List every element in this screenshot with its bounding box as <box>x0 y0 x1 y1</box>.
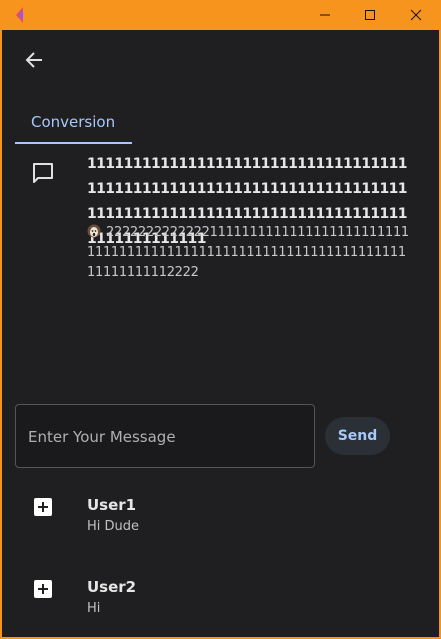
chat-bubble-icon <box>31 161 55 185</box>
add-box-icon[interactable] <box>34 498 52 516</box>
minimize-icon <box>320 14 330 16</box>
user-name: User2 <box>87 578 137 596</box>
minimize-button[interactable] <box>302 0 348 30</box>
send-button[interactable]: Send <box>325 417 390 455</box>
user-last-message: Hi <box>87 601 101 616</box>
tab-label: Conversion <box>31 113 116 131</box>
conversation-body-text: 2222222222222111111111111111111111111111… <box>87 225 409 280</box>
face-emoji-icon <box>87 224 101 238</box>
close-button[interactable] <box>393 0 439 30</box>
close-icon <box>410 9 422 21</box>
conversation-preview: 2222222222222111111111111111111111111111… <box>87 223 412 283</box>
tab-conversion[interactable]: Conversion <box>15 104 132 144</box>
back-button[interactable] <box>20 46 48 74</box>
user-last-message: Hi Dude <box>87 519 140 534</box>
title-bar[interactable] <box>2 0 441 30</box>
user-name: User1 <box>87 496 137 514</box>
add-box-icon[interactable] <box>34 580 52 598</box>
maximize-icon <box>365 10 375 20</box>
app-logo-icon <box>14 7 28 23</box>
arrow-back-icon <box>25 52 42 68</box>
message-input[interactable] <box>26 405 308 469</box>
message-field[interactable] <box>15 404 315 469</box>
list-item-user2[interactable]: User2 Hi <box>2 572 439 632</box>
maximize-button[interactable] <box>347 0 393 30</box>
app-window: Conversion 11111111111111111111111111111… <box>0 0 441 639</box>
list-item-user1[interactable]: User1 Hi Dude <box>2 490 439 550</box>
